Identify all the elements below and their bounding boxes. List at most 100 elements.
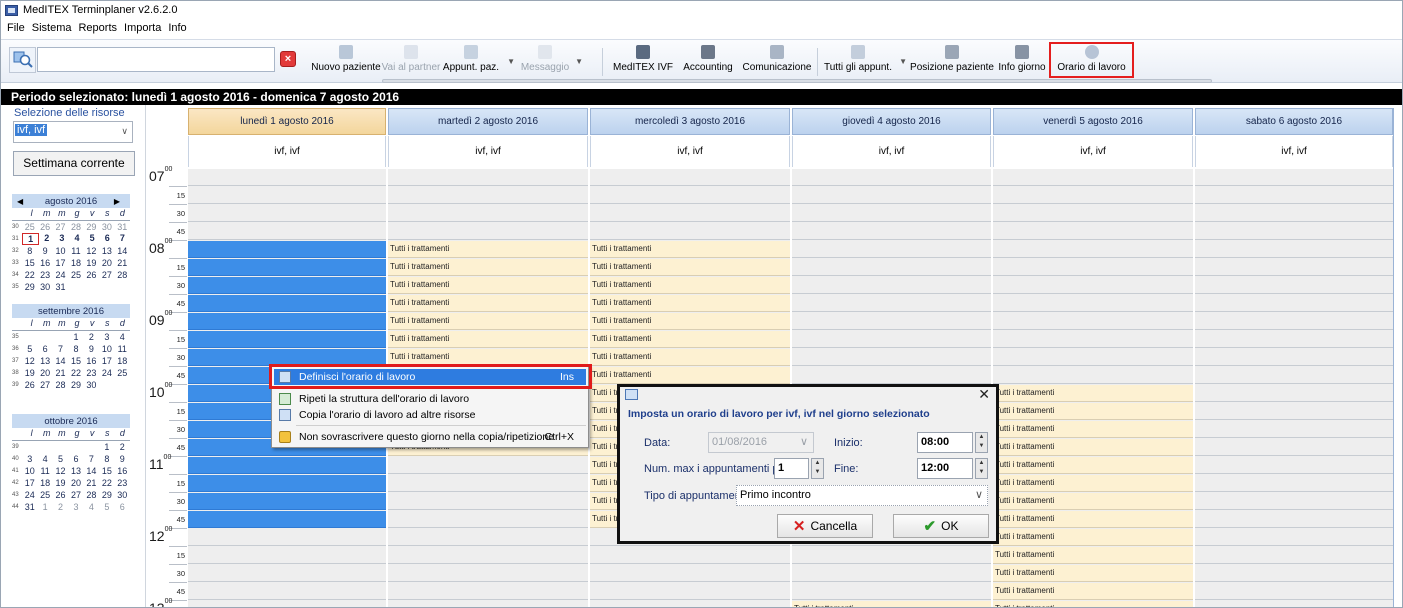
time-slot[interactable] — [792, 565, 991, 582]
time-slot[interactable] — [590, 583, 790, 600]
time-slot[interactable] — [1195, 475, 1393, 492]
calendar-day[interactable]: 30 — [37, 282, 52, 292]
calendar-scrollbar[interactable] — [1393, 108, 1402, 607]
time-slot[interactable] — [993, 313, 1193, 330]
calendar-day[interactable]: 7 — [84, 454, 99, 464]
calendar-day[interactable]: 13 — [99, 246, 114, 256]
patient-search-button[interactable] — [9, 47, 36, 73]
calendar-day[interactable]: 23 — [84, 368, 99, 378]
calendar-day[interactable]: 10 — [22, 466, 37, 476]
calendar-day[interactable]: 13 — [68, 466, 83, 476]
calendar-week-row[interactable]: 44 31 1 2 3 4 5 6 — [12, 501, 130, 513]
calendar-day[interactable]: 16 — [115, 466, 130, 476]
time-slot[interactable] — [1195, 187, 1393, 204]
time-slot[interactable] — [388, 601, 588, 607]
time-slot[interactable]: Tutti i trattamenti — [993, 493, 1193, 510]
calendar-day[interactable]: 3 — [54, 233, 69, 245]
time-slot[interactable] — [792, 241, 991, 258]
calendar-week-row[interactable]: 34 22 23 24 25 26 27 28 — [12, 269, 130, 281]
calendar-day[interactable]: 15 — [22, 258, 37, 268]
calendar-day[interactable]: 11 — [115, 344, 130, 354]
time-slot[interactable]: Tutti i trattamenti — [388, 241, 588, 258]
time-slot[interactable] — [188, 187, 386, 204]
calendar-day[interactable]: 25 — [22, 222, 37, 232]
time-slot[interactable]: Tutti i trattamenti — [590, 259, 790, 276]
time-slot[interactable] — [388, 511, 588, 528]
calendar-day[interactable]: 5 — [85, 233, 100, 245]
calendar-day[interactable]: 2 — [84, 332, 99, 342]
time-slot[interactable] — [388, 583, 588, 600]
calendar-day[interactable]: 18 — [68, 258, 83, 268]
time-slot[interactable] — [792, 583, 991, 600]
time-slot[interactable] — [792, 259, 991, 276]
calendar-week-row[interactable]: 35 29 30 31 — [12, 281, 130, 293]
calendar-week-row[interactable]: 31 1 2 3 4 5 6 7 — [12, 233, 130, 245]
time-slot[interactable] — [993, 205, 1193, 222]
time-slot[interactable] — [792, 205, 991, 222]
time-slot[interactable] — [590, 565, 790, 582]
time-slot[interactable] — [388, 187, 588, 204]
calendar-day[interactable]: 26 — [37, 222, 52, 232]
time-slot[interactable] — [1195, 421, 1393, 438]
time-slot[interactable]: Tutti i trattamenti — [388, 277, 588, 294]
calendar-day[interactable]: 16 — [37, 258, 52, 268]
calendar-day[interactable]: 16 — [84, 356, 99, 366]
calendar-day[interactable]: 21 — [84, 478, 99, 488]
time-slot[interactable]: Tutti i trattamenti — [993, 601, 1193, 607]
accounting-button[interactable]: Accounting — [679, 44, 737, 78]
menu-item-repeat-structure[interactable]: Ripeti la struttura dell'orario di lavor… — [274, 391, 586, 407]
calendar-day[interactable]: 18 — [37, 478, 52, 488]
time-slot[interactable] — [792, 331, 991, 348]
calendar-day[interactable]: 5 — [53, 454, 68, 464]
time-slot[interactable] — [388, 565, 588, 582]
calendar-week-row[interactable]: 36 5 6 7 8 9 10 11 — [12, 343, 130, 355]
new-patient-button[interactable]: Nuovo paziente — [311, 44, 381, 78]
next-month-icon[interactable]: ▶ — [114, 197, 120, 206]
time-slot[interactable]: Tutti i trattamenti — [993, 385, 1193, 402]
calendar-day[interactable]: 14 — [53, 356, 68, 366]
calendar-day[interactable]: 14 — [84, 466, 99, 476]
menu-file[interactable]: File — [4, 22, 29, 34]
time-slot[interactable] — [792, 169, 991, 186]
calendar-day[interactable]: 1 — [99, 442, 114, 452]
time-slot[interactable] — [188, 223, 386, 240]
menu-item-copy-to-resources[interactable]: Copia l'orario di lavoro ad altre risors… — [274, 407, 586, 423]
time-slot[interactable]: Tutti i trattamenti — [388, 331, 588, 348]
menu-sistema[interactable]: Sistema — [29, 22, 76, 34]
time-slot[interactable] — [188, 547, 386, 564]
time-slot[interactable] — [1195, 313, 1393, 330]
resource-select[interactable]: ivf, ivf ∨ — [13, 121, 133, 143]
time-slot[interactable] — [188, 331, 386, 348]
calendar-day[interactable]: 15 — [68, 356, 83, 366]
calendar-day[interactable]: 1 — [22, 233, 40, 245]
calendar-day[interactable]: 31 — [115, 222, 130, 232]
calendar-day[interactable]: 1 — [37, 502, 52, 512]
time-slot[interactable] — [1195, 403, 1393, 420]
calendar-day[interactable]: 8 — [68, 344, 83, 354]
end-time-spinner[interactable]: ▲ ▼ — [975, 458, 988, 479]
calendar-day[interactable]: 26 — [22, 380, 37, 390]
calendar-day[interactable] — [115, 282, 130, 292]
calendar-day[interactable] — [68, 282, 83, 292]
time-slot[interactable] — [1195, 385, 1393, 402]
calendar-day[interactable] — [53, 332, 68, 342]
time-slot[interactable] — [188, 583, 386, 600]
calendar-day[interactable]: 27 — [37, 380, 52, 390]
time-slot[interactable]: Tutti i trattamenti — [993, 439, 1193, 456]
calendar-day[interactable]: 27 — [53, 222, 68, 232]
calendar-day[interactable]: 27 — [68, 490, 83, 500]
time-slot[interactable] — [590, 205, 790, 222]
max-appointments-spinner[interactable]: ▲ ▼ — [811, 458, 824, 479]
calendar-day[interactable]: 9 — [115, 454, 130, 464]
time-slot[interactable] — [1195, 295, 1393, 312]
calendar-day[interactable]: 28 — [115, 270, 130, 280]
time-slot[interactable] — [1195, 547, 1393, 564]
calendar-day[interactable] — [84, 442, 99, 452]
calendar-day[interactable] — [99, 380, 114, 390]
calendar-day[interactable]: 25 — [115, 368, 130, 378]
time-slot[interactable]: Tutti i trattamenti — [590, 295, 790, 312]
time-slot[interactable] — [188, 277, 386, 294]
calendar-week-row[interactable]: 42 17 18 19 20 21 22 23 — [12, 477, 130, 489]
meditex-ivf-button[interactable]: MedITEX IVF — [611, 44, 675, 78]
appointment-type-select[interactable]: Primo incontro ∨ — [736, 485, 988, 506]
